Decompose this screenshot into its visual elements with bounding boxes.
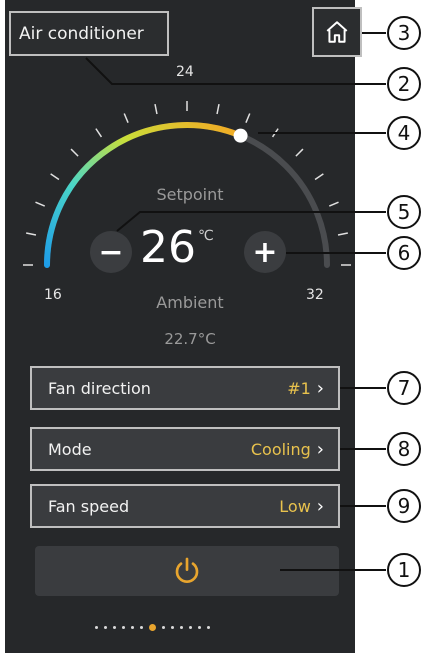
chevron-right-icon: › xyxy=(316,438,324,460)
callout-7: 7 xyxy=(387,371,421,405)
ambient-value: 22.7°C xyxy=(164,330,216,348)
callout-4: 4 xyxy=(387,116,421,150)
home-icon xyxy=(326,21,348,43)
callout-3: 3 xyxy=(387,16,421,50)
chevron-right-icon: › xyxy=(316,377,324,399)
setpoint-label: Setpoint xyxy=(156,185,224,204)
page-dot[interactable] xyxy=(162,625,165,629)
page-dot[interactable] xyxy=(131,625,134,629)
callout-5: 5 xyxy=(387,195,421,229)
page-dot[interactable] xyxy=(104,625,107,629)
gauge-max-mid-label: 24 xyxy=(176,64,194,80)
mode-label: Mode xyxy=(48,439,92,459)
fan-speed-row[interactable]: Fan speed Low › xyxy=(30,484,340,528)
page-dot[interactable] xyxy=(171,625,174,629)
setpoint-unit: ℃ xyxy=(198,228,214,244)
power-button[interactable] xyxy=(35,546,339,596)
page-dot-active[interactable] xyxy=(149,623,156,631)
ambient-label: Ambient xyxy=(156,293,224,312)
setpoint-value: 26 ℃ xyxy=(140,222,230,273)
fan-speed-value: Low xyxy=(279,496,311,516)
page-indicator[interactable] xyxy=(95,622,210,632)
callout-6: 6 xyxy=(387,236,421,270)
callout-2: 2 xyxy=(387,67,421,101)
page-dot[interactable] xyxy=(140,625,143,629)
page-dot[interactable] xyxy=(113,625,116,629)
plus-icon: + xyxy=(252,234,278,270)
decrease-button[interactable]: − xyxy=(90,231,132,273)
fan-direction-value: #1 xyxy=(287,378,311,398)
fan-speed-label: Fan speed xyxy=(48,496,130,516)
page-dot[interactable] xyxy=(189,625,192,629)
page-dot[interactable] xyxy=(180,625,183,629)
title-label: Air conditioner xyxy=(19,23,144,44)
minus-icon: − xyxy=(98,234,124,270)
gauge-max-label: 32 xyxy=(306,287,324,303)
page-title: Air conditioner xyxy=(9,11,169,56)
gauge-min-label: 16 xyxy=(44,287,62,303)
callout-8: 8 xyxy=(387,432,421,466)
callout-1: 1 xyxy=(387,553,421,587)
power-icon xyxy=(175,557,199,583)
callout-9: 9 xyxy=(387,489,421,523)
chevron-right-icon: › xyxy=(316,495,324,517)
setpoint-number: 26 xyxy=(140,222,196,273)
mode-value: Cooling xyxy=(250,439,311,459)
page-dot[interactable] xyxy=(95,625,98,629)
home-button[interactable] xyxy=(312,7,362,57)
page-dot[interactable] xyxy=(198,625,201,629)
fan-direction-label: Fan direction xyxy=(48,378,151,398)
fan-direction-row[interactable]: Fan direction #1 › xyxy=(30,366,340,410)
page-dot[interactable] xyxy=(122,625,125,629)
page-dot[interactable] xyxy=(207,625,210,629)
mode-row[interactable]: Mode Cooling › xyxy=(30,427,340,471)
increase-button[interactable]: + xyxy=(244,231,286,273)
